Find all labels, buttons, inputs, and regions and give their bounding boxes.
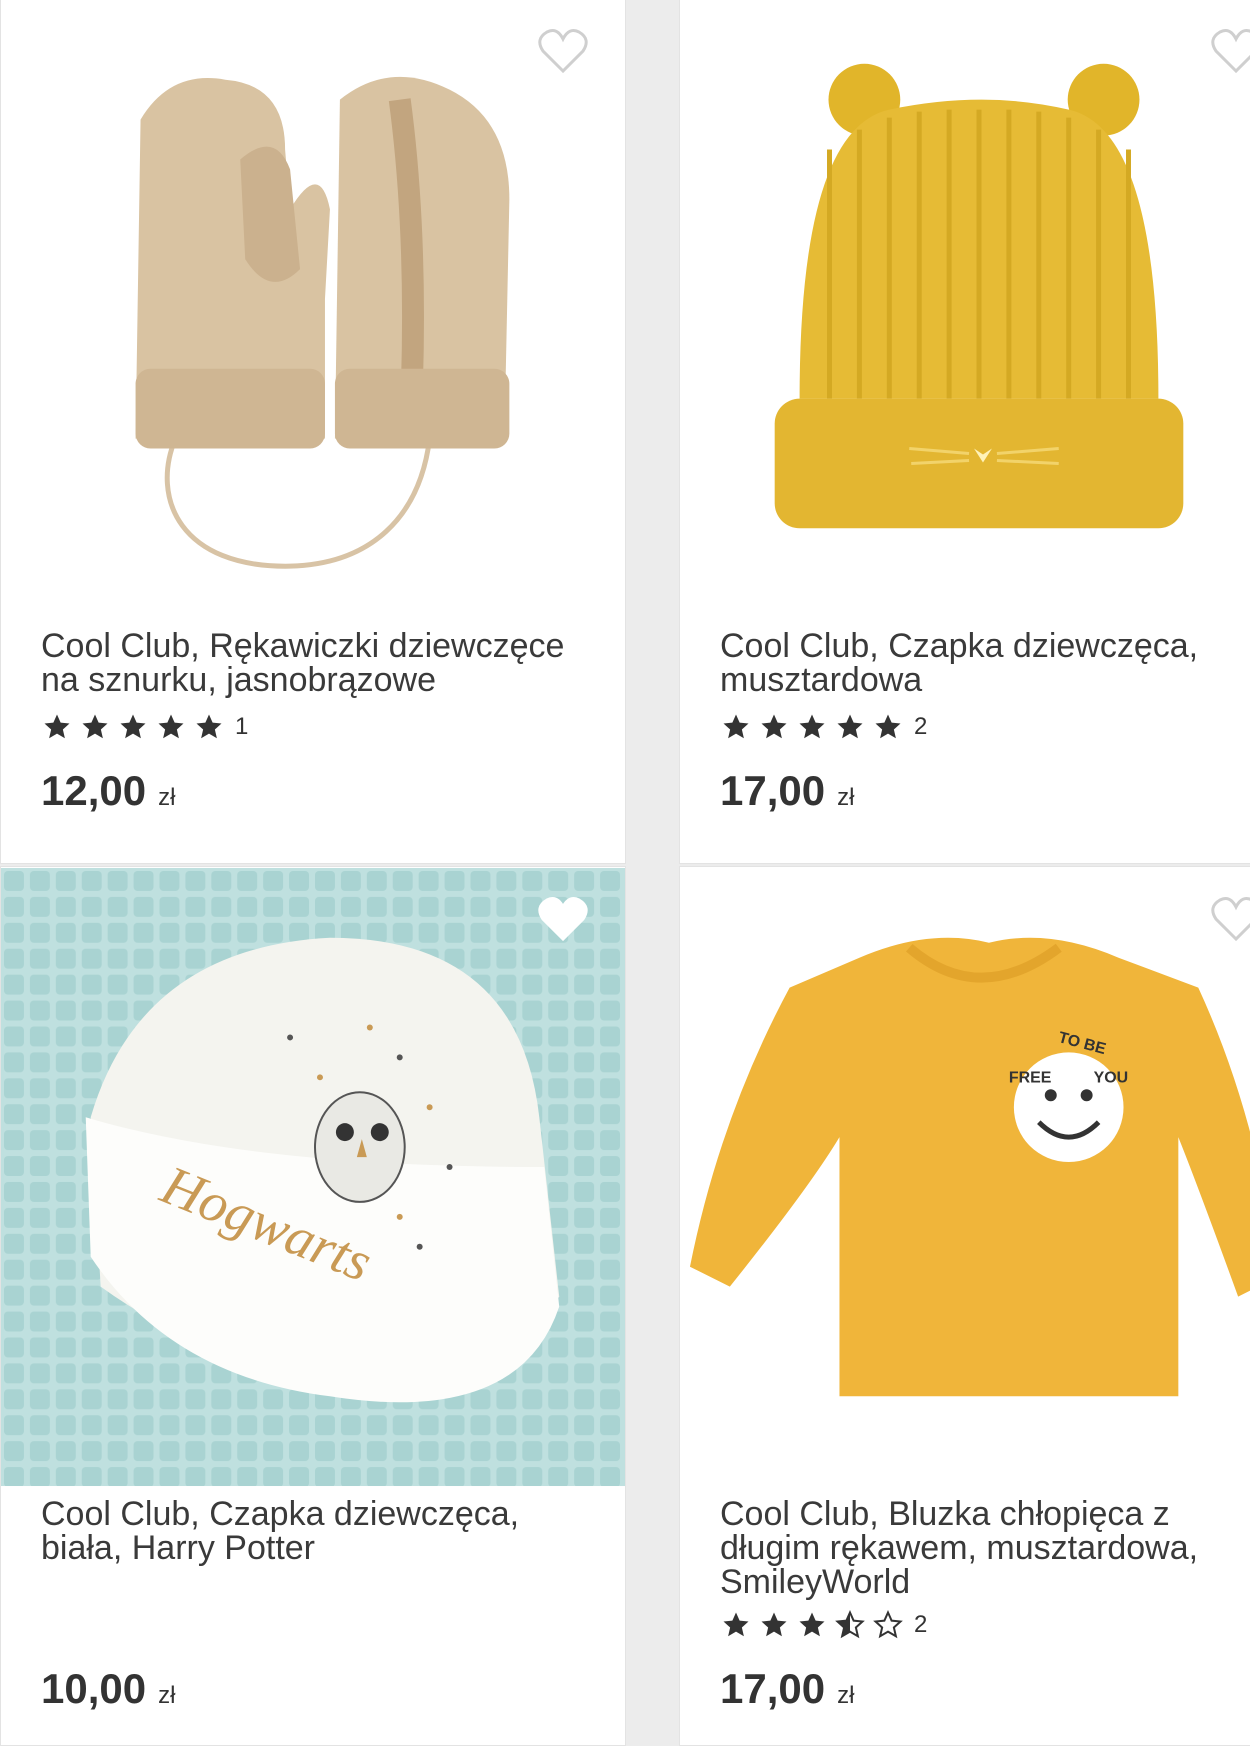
product-rating: 2: [720, 1610, 927, 1640]
star-full-icon: [193, 712, 225, 742]
product-title[interactable]: Cool Club, Bluzka chłopięca z długim ręk…: [720, 1497, 1250, 1599]
product-image-sweatshirt[interactable]: FREE TO BE YOU: [680, 867, 1250, 1487]
price-currency: zł: [837, 1682, 855, 1709]
star-half-icon: [834, 1610, 866, 1640]
star-full-icon: [758, 1610, 790, 1640]
product-image-beanie[interactable]: [680, 0, 1250, 609]
review-count: 2: [914, 1611, 928, 1638]
price-amount: 17,00: [720, 767, 826, 814]
product-price: 17,00 zł: [720, 1665, 854, 1713]
favorite-heart-icon[interactable]: [1210, 27, 1250, 75]
product-image-hogwarts-hat[interactable]: Hogwarts: [1, 867, 625, 1487]
star-full-icon: [41, 712, 73, 742]
price-currency: zł: [837, 784, 855, 811]
product-title[interactable]: Cool Club, Rękawiczki dziewczęce na sznu…: [41, 629, 581, 697]
star-full-icon: [720, 1610, 752, 1640]
review-count: 2: [914, 713, 928, 740]
product-title[interactable]: Cool Club, Czapka dziewczęca, musztardow…: [720, 629, 1250, 697]
favorite-heart-icon[interactable]: [1210, 895, 1250, 943]
sweatshirt-text-you: YOU: [1094, 1069, 1129, 1086]
star-full-icon: [79, 712, 111, 742]
hogwarts-hat-image: Hogwarts: [1, 867, 625, 1487]
product-price: 10,00 zł: [41, 1665, 175, 1713]
product-price: 17,00 zł: [720, 767, 854, 815]
product-card[interactable]: Cool Club, Czapka dziewczęca, musztardow…: [679, 0, 1250, 864]
star-full-icon: [720, 712, 752, 742]
product-card[interactable]: Hogwarts Cool Club, Czapka dziewczęca, b…: [0, 866, 626, 1746]
sweatshirt-image: FREE TO BE YOU: [680, 868, 1250, 1486]
product-card[interactable]: Cool Club, Rękawiczki dziewczęce na sznu…: [0, 0, 626, 864]
product-price: 12,00 zł: [41, 767, 175, 815]
mittens-image: [1, 0, 625, 609]
star-full-icon: [796, 1610, 828, 1640]
favorite-heart-icon[interactable]: [537, 27, 589, 75]
sweatshirt-text-free: FREE: [1009, 1069, 1052, 1086]
price-amount: 17,00: [720, 1665, 826, 1712]
favorite-heart-filled-icon[interactable]: [537, 895, 589, 943]
price-currency: zł: [158, 1682, 176, 1709]
star-full-icon: [796, 712, 828, 742]
product-image-mittens[interactable]: [1, 0, 625, 609]
price-currency: zł: [158, 784, 176, 811]
product-title[interactable]: Cool Club, Czapka dziewczęca, biała, Har…: [41, 1497, 581, 1565]
star-full-icon: [758, 712, 790, 742]
product-card[interactable]: FREE TO BE YOU Cool Club, Bluzka chłopię…: [679, 866, 1250, 1746]
price-amount: 12,00: [41, 767, 147, 814]
beanie-image: [680, 0, 1250, 608]
star-full-icon: [155, 712, 187, 742]
product-rating: 1: [41, 712, 248, 742]
star-full-icon: [872, 712, 904, 742]
price-amount: 10,00: [41, 1665, 147, 1712]
review-count: 1: [235, 713, 249, 740]
star-full-icon: [117, 712, 149, 742]
star-empty-icon: [872, 1610, 904, 1640]
star-full-icon: [834, 712, 866, 742]
product-rating: 2: [720, 712, 927, 742]
